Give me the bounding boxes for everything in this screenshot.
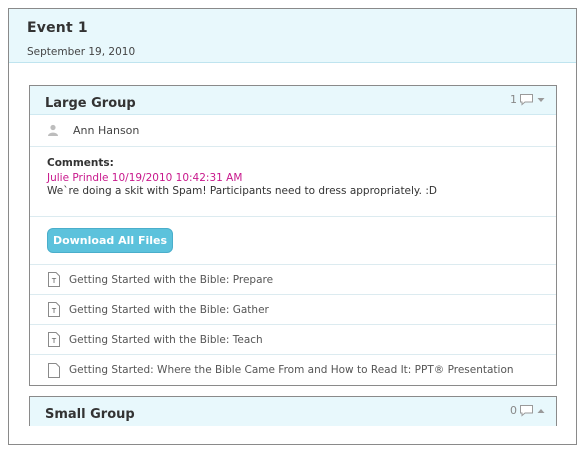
leader-name: Ann Hanson — [73, 124, 140, 137]
download-row: Download All Files — [30, 217, 556, 265]
comment-author: Julie Prindle 10/19/2010 10:42:31 AM — [47, 172, 243, 184]
text-document-icon: T — [48, 272, 60, 287]
comments-section: Comments: Julie Prindle 10/19/2010 10:42… — [30, 147, 556, 217]
file-row[interactable]: T Getting Started with the Bible: Gather — [30, 295, 556, 325]
file-link[interactable]: Getting Started with the Bible: Teach — [69, 334, 263, 346]
chevron-down-icon[interactable] — [536, 96, 546, 104]
comment-bubble-icon — [519, 93, 534, 106]
chevron-up-icon[interactable] — [536, 407, 546, 415]
group-header[interactable]: Large Group 1 — [30, 86, 556, 115]
comment-count: 0 — [510, 404, 517, 417]
group-small-group: Small Group 0 — [29, 396, 557, 426]
group-leader-row: Ann Hanson — [30, 115, 556, 147]
user-icon — [47, 121, 59, 140]
comments-toggle[interactable]: 0 — [510, 404, 546, 417]
comment-count: 1 — [510, 93, 517, 106]
file-row[interactable]: Getting Started: Where the Bible Came Fr… — [30, 355, 556, 385]
file-link[interactable]: Getting Started: Where the Bible Came Fr… — [69, 364, 514, 376]
file-link[interactable]: Getting Started with the Bible: Gather — [69, 304, 269, 316]
file-row[interactable]: T Getting Started with the Bible: Prepar… — [30, 265, 556, 295]
svg-text:T: T — [51, 307, 57, 315]
svg-text:T: T — [51, 277, 57, 285]
comment-bubble-icon — [519, 404, 534, 417]
comment-text: We`re doing a skit with Spam! Participan… — [47, 185, 437, 197]
comments-label: Comments: — [47, 157, 114, 169]
event-title: Event 1 — [27, 20, 88, 36]
event-date: September 19, 2010 — [27, 46, 136, 58]
file-row[interactable]: T Getting Started with the Bible: Teach — [30, 325, 556, 355]
comments-toggle[interactable]: 1 — [510, 93, 546, 106]
svg-text:T: T — [51, 337, 57, 345]
text-document-icon: T — [48, 332, 60, 347]
download-all-files-button[interactable]: Download All Files — [47, 228, 173, 253]
event-panel: Event 1 September 19, 2010 Large Group 1… — [8, 8, 577, 445]
text-document-icon: T — [48, 302, 60, 317]
event-header: Event 1 September 19, 2010 — [9, 9, 576, 63]
document-icon — [48, 362, 60, 378]
group-header[interactable]: Small Group 0 — [30, 397, 556, 426]
group-title: Large Group — [45, 96, 136, 111]
group-title: Small Group — [45, 407, 135, 422]
group-large-group: Large Group 1 Ann Hanson Comments: Julie… — [29, 85, 557, 386]
file-link[interactable]: Getting Started with the Bible: Prepare — [69, 274, 273, 286]
